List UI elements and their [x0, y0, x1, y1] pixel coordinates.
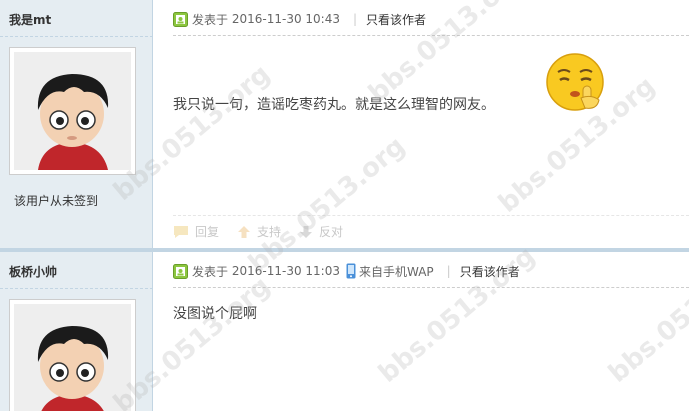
post-1-body: 发表于 2016-11-30 10:43 | 只看该作者 我只说一句，造谣吃枣药…: [153, 0, 689, 248]
post-1-sidebar: 我是mt 该用户从未签到: [0, 0, 153, 248]
only-author-link[interactable]: 只看该作者: [366, 11, 426, 28]
post-1: 我是mt 该用户从未签到 发表于 2016-11-30 10:43 | 只看该作…: [0, 0, 689, 248]
posted-label: 发表于: [192, 264, 229, 279]
post-meta: 发表于 2016-11-30 11:03 来自手机WAP | 只看该作者: [173, 263, 520, 279]
avatar-image: [14, 52, 131, 170]
reply-button[interactable]: 回复: [173, 223, 219, 240]
avatar[interactable]: [9, 299, 136, 411]
author-name[interactable]: 板桥小帅: [9, 263, 57, 280]
post-2-sidebar: 板桥小帅: [0, 252, 153, 411]
oppose-label: 反对: [319, 225, 344, 239]
meta-divider: [173, 35, 689, 36]
meta-pipe: |: [352, 12, 358, 26]
actions-divider: [173, 215, 689, 216]
only-author-link[interactable]: 只看该作者: [460, 263, 520, 280]
avatar[interactable]: [9, 47, 136, 175]
oppose-icon: [300, 225, 313, 238]
oppose-button[interactable]: 反对: [299, 223, 343, 240]
online-icon: [173, 11, 188, 27]
post-2: 板桥小帅 发表于 2016-11-30 11:03 来自手机WAP | 只看该作…: [0, 252, 689, 411]
author-divider: [0, 288, 153, 289]
signin-status: 该用户从未签到: [14, 194, 99, 208]
support-button[interactable]: 支持: [237, 223, 281, 240]
phone-icon: [346, 263, 356, 279]
via-wap-label: 来自手机WAP: [358, 264, 434, 279]
online-icon: [173, 263, 188, 279]
reply-icon: [174, 225, 188, 238]
post-actions: 回复 支持 反对: [173, 223, 361, 240]
meta-pipe: |: [446, 264, 451, 278]
author-name[interactable]: 我是mt: [9, 11, 51, 28]
reply-label: 回复: [195, 225, 220, 239]
post-meta: 发表于 2016-11-30 10:43 | 只看该作者: [173, 11, 426, 27]
meta-divider: [173, 287, 689, 288]
post-2-body: 发表于 2016-11-30 11:03 来自手机WAP | 只看该作者 没图说…: [153, 252, 689, 411]
avatar-image: [14, 304, 131, 411]
post-datetime: 2016-11-30 11:03: [231, 264, 340, 278]
support-label: 支持: [257, 225, 282, 239]
posted-label: 发表于: [192, 12, 229, 27]
author-divider: [0, 36, 153, 37]
shush-emoji-icon: [546, 53, 604, 111]
support-icon: [238, 225, 251, 238]
post-datetime: 2016-11-30 10:43: [231, 12, 340, 26]
post-content: 没图说个屁啊: [173, 306, 257, 322]
post-content: 我只说一句，造谣吃枣药丸。就是这么理智的网友。: [173, 97, 495, 113]
